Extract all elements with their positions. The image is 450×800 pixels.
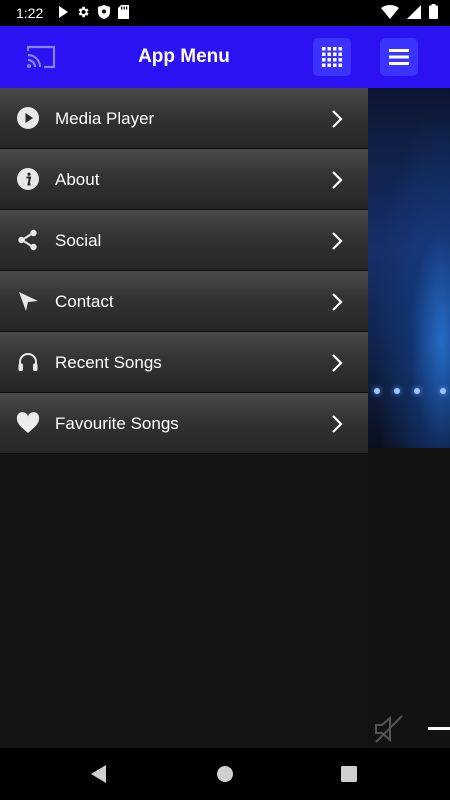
hamburger-menu-button[interactable] (380, 38, 418, 76)
menu-item-label: Media Player (55, 109, 155, 128)
shield-icon (98, 5, 110, 19)
status-time: 1:22 (16, 5, 44, 21)
menu-item-contact[interactable]: Contact (0, 271, 368, 332)
chevron-right-icon (332, 110, 343, 128)
headphones-icon (16, 350, 40, 374)
chevron-right-icon (332, 415, 343, 433)
background-app (368, 26, 450, 748)
status-icons-right (381, 4, 438, 19)
home-icon[interactable] (217, 766, 233, 782)
play-circle-icon (16, 106, 40, 130)
heart-icon (16, 411, 40, 435)
grid-view-button[interactable] (313, 38, 351, 76)
menu-item-favourite-songs[interactable]: Favourite Songs (0, 393, 368, 454)
background-app-toolbar (368, 26, 450, 88)
share-icon (16, 228, 40, 252)
menu-item-label: Social (55, 231, 102, 250)
menu-item-media-player[interactable]: Media Player (0, 88, 368, 149)
recents-icon[interactable] (341, 766, 357, 782)
menu-item-label: Contact (55, 292, 114, 311)
background-lights (368, 388, 450, 398)
menu-item-label: Recent Songs (55, 353, 162, 372)
chevron-right-icon (332, 232, 343, 250)
menu-item-about[interactable]: About (0, 149, 368, 210)
chevron-right-icon (332, 293, 343, 311)
menu-item-social[interactable]: Social (0, 210, 368, 271)
sd-card-icon (118, 5, 129, 19)
chevron-right-icon (332, 354, 343, 372)
menu-item-label: Favourite Songs (55, 414, 179, 433)
status-bar: 1:22 (0, 0, 450, 26)
status-icons-left (58, 5, 129, 19)
chevron-right-icon (332, 171, 343, 189)
menu-item-label: About (55, 170, 100, 189)
wifi-icon (381, 4, 399, 19)
back-icon[interactable] (91, 765, 107, 783)
menu-list: Media Player About Social Contact Recent… (0, 88, 368, 454)
background-artwork (368, 88, 450, 448)
system-nav-bar (0, 748, 450, 800)
battery-icon (429, 4, 438, 19)
info-icon (16, 167, 40, 191)
signal-icon (407, 4, 421, 19)
send-icon (16, 289, 40, 313)
navigation-drawer: App Menu Media Player About Social Conta… (0, 26, 368, 748)
menu-item-recent-songs[interactable]: Recent Songs (0, 332, 368, 393)
volume-off-icon[interactable] (372, 714, 406, 744)
gear-icon (78, 6, 89, 18)
progress-bar (428, 727, 450, 730)
hamburger-icon (389, 49, 409, 65)
grid-icon (322, 47, 342, 67)
play-icon (59, 6, 68, 18)
drawer-header: App Menu (0, 26, 368, 88)
